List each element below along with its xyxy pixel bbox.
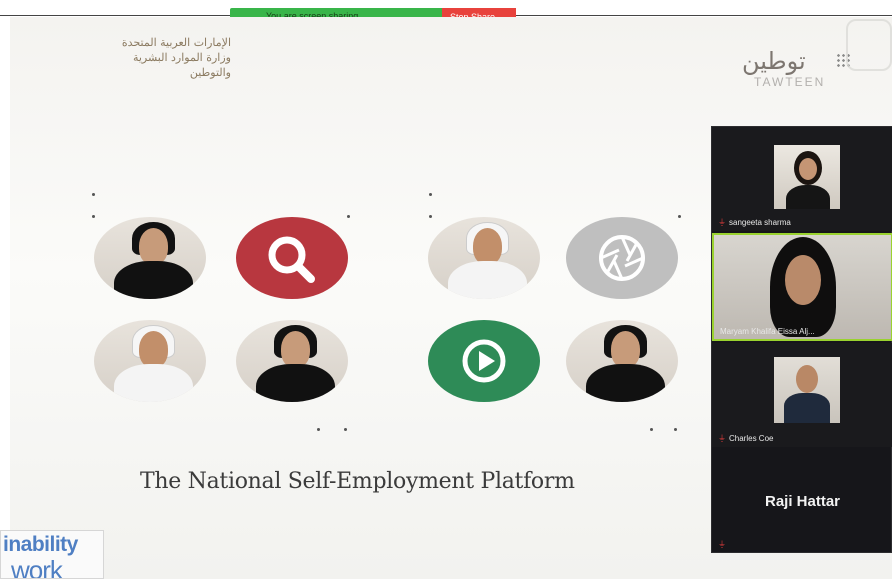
participant-tile-2[interactable]: Maryam Khalifa Eissa Alj... bbox=[712, 233, 892, 341]
dot-mark bbox=[344, 428, 347, 431]
participant-video-2 bbox=[714, 235, 891, 339]
dot-mark bbox=[347, 215, 350, 218]
tawteen-logo-english: TAWTEEN bbox=[754, 75, 826, 89]
ministry-logo-text: الإمارات العربية المتحدة وزارة الموارد ا… bbox=[106, 35, 231, 80]
participant-name-2: Maryam Khalifa Eissa Alj... bbox=[720, 327, 815, 336]
mic-muted-icon: ⏚ bbox=[718, 218, 726, 227]
participant-video-3 bbox=[774, 357, 840, 423]
tawteen-logo: توطين TAWTEEN bbox=[742, 47, 850, 89]
search-icon-circle bbox=[236, 217, 348, 299]
mic-muted-icon: ⏚ bbox=[718, 434, 726, 443]
dot-mark bbox=[92, 215, 95, 218]
participant-video-1 bbox=[774, 145, 840, 209]
ministry-line-3: والتوطين bbox=[189, 66, 231, 79]
mic-muted-icon: ⏚ bbox=[718, 540, 726, 549]
aperture-icon-circle bbox=[566, 217, 678, 299]
play-icon-circle bbox=[428, 320, 540, 402]
person-photo-man-2 bbox=[94, 320, 206, 402]
participant-name-3: ⏚ Charles Coe bbox=[718, 434, 774, 443]
participant-tile-3[interactable]: ⏚ Charles Coe bbox=[712, 343, 892, 447]
sustainability-logo: inability work bbox=[0, 530, 104, 579]
sustainability-logo-line-2: work bbox=[11, 555, 63, 579]
slide-title: The National Self-Employment Platform bbox=[140, 469, 575, 494]
person-photo-man-1 bbox=[428, 217, 540, 299]
participant-video-panel: ⏚ sangeeta sharma Maryam Khalifa Eissa Al… bbox=[711, 126, 892, 553]
dot-mark bbox=[317, 428, 320, 431]
dot-mark bbox=[92, 193, 95, 196]
play-icon bbox=[462, 339, 506, 383]
ministry-line-1: الإمارات العربية المتحدة bbox=[121, 36, 231, 49]
ministry-line-2: وزارة الموارد البشرية bbox=[132, 51, 231, 64]
search-icon bbox=[268, 236, 315, 283]
dot-mark bbox=[429, 215, 432, 218]
dot-mark bbox=[429, 193, 432, 196]
corner-logo-icon bbox=[846, 19, 892, 71]
dot-mark bbox=[674, 428, 677, 431]
person-photo-woman-2 bbox=[236, 320, 348, 402]
participant-name-1: ⏚ sangeeta sharma bbox=[718, 218, 791, 227]
tawteen-logo-arabic: توطين bbox=[742, 47, 806, 75]
person-photo-woman-1 bbox=[94, 217, 206, 299]
participant-tile-1[interactable]: ⏚ sangeeta sharma bbox=[712, 127, 892, 231]
dot-mark bbox=[650, 428, 653, 431]
sustainability-logo-line-1: inability bbox=[3, 533, 78, 556]
aperture-icon bbox=[599, 235, 645, 281]
participant-name-4[interactable]: Raji Hattar bbox=[712, 493, 892, 510]
dot-mark bbox=[678, 215, 681, 218]
person-photo-woman-3 bbox=[566, 320, 678, 402]
